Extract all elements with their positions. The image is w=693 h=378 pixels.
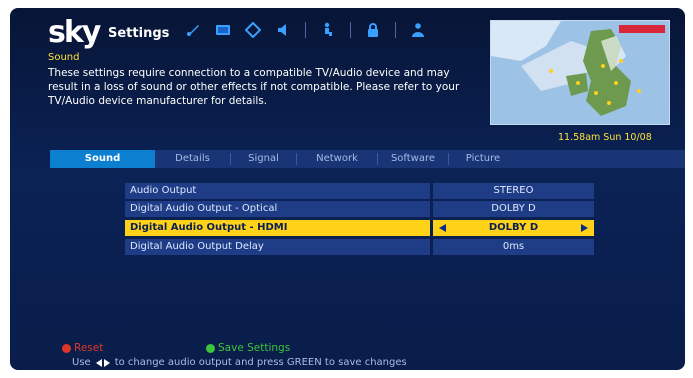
tab-bar: Sound Details Signal Network Software Pi… (50, 150, 685, 168)
hint-prefix: Use (72, 357, 91, 368)
weather-map-image (491, 21, 669, 124)
header-icon-bar (185, 22, 426, 38)
tab-picture[interactable]: Picture (449, 150, 517, 168)
right-arrow-icon (103, 358, 110, 367)
screen: sky Settings Sound These settings requir… (0, 0, 693, 378)
hint-text: to change audio output and press GREEN t… (114, 357, 407, 368)
tv-screen: sky Settings Sound These settings requir… (10, 8, 685, 370)
footer-hint: Use to change audio output and press GRE… (72, 357, 407, 368)
tag-icon[interactable] (245, 22, 261, 38)
setting-value: DOLBY D (488, 222, 539, 233)
lock-icon[interactable] (365, 22, 381, 38)
setting-value[interactable]: 0ms (433, 239, 594, 255)
save-settings-label: Save Settings (218, 342, 291, 354)
arrow-left-icon[interactable] (439, 224, 446, 232)
tab-network[interactable]: Network (297, 150, 377, 168)
page-title: Settings (108, 26, 170, 41)
reset-button[interactable]: Reset (62, 341, 103, 355)
person-sitting-icon[interactable] (320, 22, 336, 38)
divider (305, 22, 306, 38)
divider (395, 22, 396, 38)
divider (350, 22, 351, 38)
setting-value[interactable]: STEREO (433, 183, 594, 199)
section-description: These settings require connection to a c… (48, 67, 460, 107)
tab-details[interactable]: Details (155, 150, 230, 168)
person-icon[interactable] (410, 22, 426, 38)
setting-value-selector[interactable]: DOLBY D (433, 220, 594, 236)
setting-label: Digital Audio Output Delay (125, 239, 430, 255)
tab-signal[interactable]: Signal (231, 150, 296, 168)
setting-value[interactable]: DOLBY D (433, 201, 594, 217)
clock: 11.58am Sun 10/08 (558, 132, 652, 143)
save-settings-button[interactable]: Save Settings (206, 341, 290, 355)
sky-logo: sky (48, 15, 101, 50)
tv-icon[interactable] (215, 22, 231, 38)
setting-label: Digital Audio Output - Optical (125, 201, 430, 217)
left-arrow-icon (95, 358, 102, 367)
arrow-right-icon[interactable] (581, 224, 588, 232)
speaker-icon[interactable] (275, 22, 291, 38)
reset-label: Reset (74, 342, 104, 354)
tab-software[interactable]: Software (378, 150, 448, 168)
setting-label: Digital Audio Output - HDMI (125, 220, 430, 236)
section-title: Sound (48, 52, 80, 63)
setting-label: Audio Output (125, 183, 430, 199)
green-button-icon (206, 343, 215, 353)
tab-sound[interactable]: Sound (50, 150, 155, 168)
red-button-icon (62, 343, 71, 353)
tv-preview-window (490, 20, 670, 125)
wrench-icon[interactable] (185, 22, 201, 38)
